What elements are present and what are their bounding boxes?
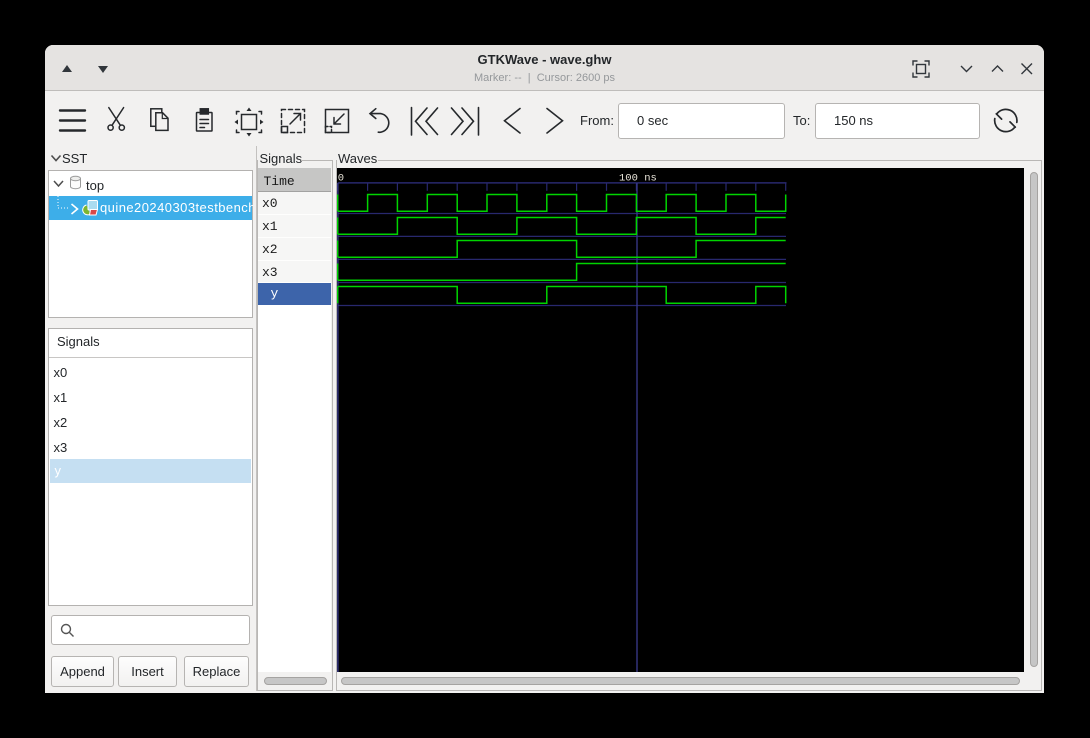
svg-text:0: 0 (337, 172, 343, 184)
svg-text:100 ns: 100 ns (619, 172, 657, 184)
